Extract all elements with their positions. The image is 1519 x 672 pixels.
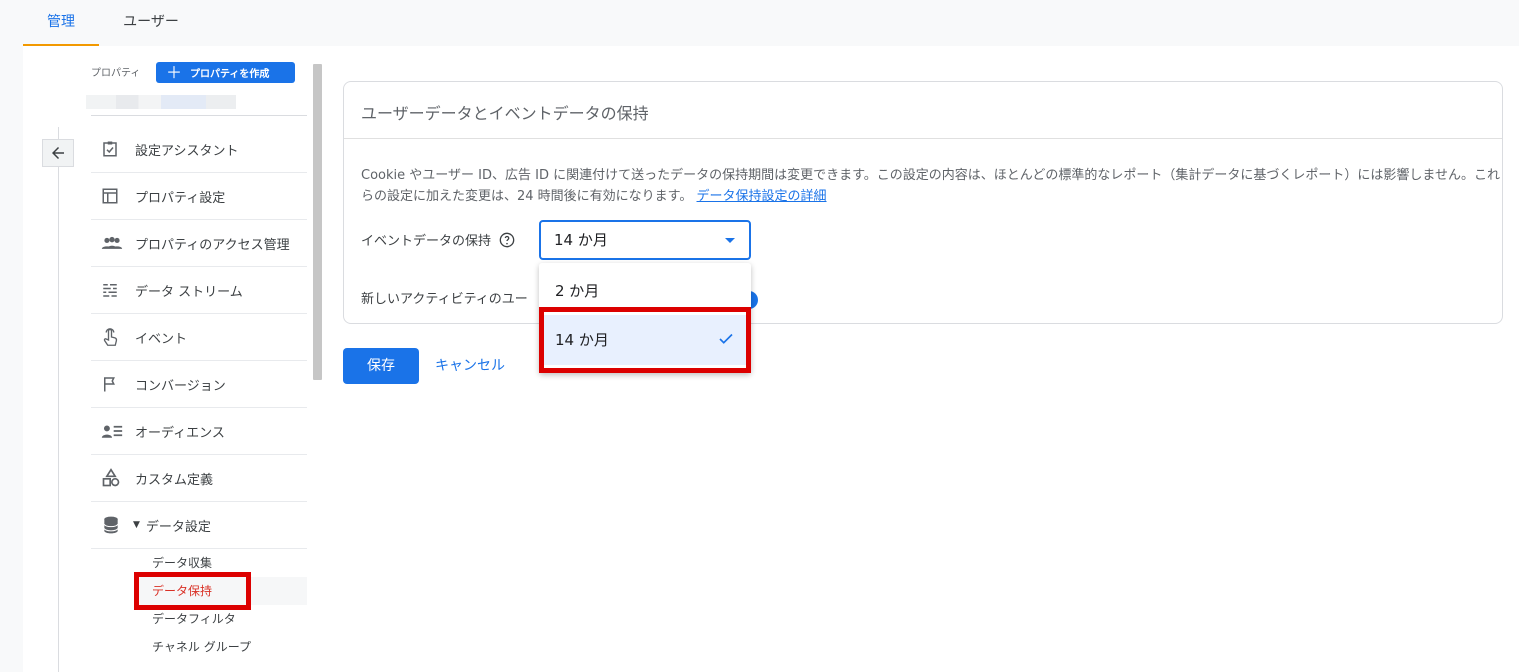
sidebar-item-label: データ設定: [145, 519, 211, 535]
sidebar-item-conversions[interactable]: コンバージョン: [91, 361, 307, 408]
layout-icon: [102, 188, 118, 204]
checklist-icon: [103, 141, 117, 157]
cancel-button[interactable]: キャンセル: [435, 348, 505, 384]
card-description: Cookie やユーザー ID、広告 ID に関連付けて送ったデータの保持期間は…: [361, 165, 1501, 207]
database-icon: [103, 516, 119, 534]
create-property-button[interactable]: ＋ プロパティを作成: [156, 62, 295, 83]
new-activity-reset-label: 新しいアクティビティのユー: [361, 292, 528, 307]
sidebar-item-label: コンバージョン: [135, 378, 226, 394]
plus-icon: ＋: [166, 62, 183, 82]
tab-admin[interactable]: 管理: [23, 0, 99, 46]
top-tab-bar: 管理 ユーザー: [0, 0, 1519, 46]
event-retention-field-label: イベントデータの保持: [361, 230, 515, 249]
people-icon: [101, 236, 123, 249]
arrow-left-icon: [52, 147, 64, 159]
card-title: ユーザーデータとイベントデータの保持: [361, 104, 649, 123]
sidebar-item-setup-assistant[interactable]: 設定アシスタント: [91, 126, 307, 173]
sidebar-item-label: プロパティ設定: [135, 190, 226, 206]
streams-icon: [103, 284, 117, 297]
retention-details-link[interactable]: データ保持設定の詳細: [697, 189, 827, 204]
sidebar-subitem-data-collection[interactable]: データ収集: [152, 553, 212, 573]
sidebar-subitem-channel-groups[interactable]: チャネル グループ: [152, 637, 251, 657]
property-label: プロパティ: [91, 68, 141, 79]
sidebar-item-events[interactable]: イベント: [91, 314, 307, 361]
data-retention-card: ユーザーデータとイベントデータの保持 Cookie やユーザー ID、広告 ID…: [343, 81, 1503, 324]
dropdown-arrow-icon: [725, 238, 735, 243]
sidebar-subitem-data-filters[interactable]: データフィルタ: [152, 609, 236, 629]
sidebar-item-label: 設定アシスタント: [135, 143, 239, 159]
event-retention-label: イベントデータの保持: [361, 234, 492, 249]
shapes-icon: [102, 468, 120, 487]
select-value: 14 か月: [554, 231, 608, 249]
card-divider: [344, 138, 1502, 139]
sidebar-item-label: データ ストリーム: [135, 284, 243, 300]
save-button[interactable]: 保存: [343, 348, 419, 384]
property-selector-blurred[interactable]: [86, 95, 236, 109]
sidebar-item-property-settings[interactable]: プロパティ設定: [91, 173, 307, 220]
description-text: Cookie やユーザー ID、広告 ID に関連付けて送ったデータの保持期間は…: [361, 168, 1501, 204]
highlight-box-14-months: [539, 307, 751, 373]
sidebar-item-audiences[interactable]: オーディエンス: [91, 408, 307, 455]
nav-divider-line: [58, 127, 59, 672]
left-gutter: [0, 46, 23, 672]
sidebar-item-custom-definitions[interactable]: カスタム定義: [91, 455, 307, 502]
caret-down-icon: ▼: [133, 520, 140, 530]
back-button[interactable]: [42, 139, 74, 167]
flag-icon: [104, 377, 115, 392]
touch-icon: [103, 328, 118, 346]
sidebar-item-access-management[interactable]: プロパティのアクセス管理: [91, 220, 307, 267]
property-divider: [91, 115, 307, 116]
audience-icon: [101, 425, 123, 438]
tab-user[interactable]: ユーザー: [110, 0, 192, 46]
sidebar-item-label: カスタム定義: [135, 472, 214, 488]
highlight-box-data-retention: [134, 572, 251, 610]
sidebar-item-label: オーディエンス: [135, 425, 225, 441]
event-retention-select[interactable]: 14 か月: [539, 220, 751, 260]
sidebar-item-label: プロパティのアクセス管理: [135, 237, 290, 253]
help-icon[interactable]: [499, 232, 515, 248]
sidebar-scrollbar[interactable]: [313, 64, 322, 380]
sidebar-item-label: イベント: [135, 331, 188, 347]
sidebar-item-data-settings[interactable]: ▼ データ設定: [91, 502, 307, 549]
sidebar-item-data-streams[interactable]: データ ストリーム: [91, 267, 307, 314]
create-property-label: プロパティを作成: [190, 69, 270, 80]
